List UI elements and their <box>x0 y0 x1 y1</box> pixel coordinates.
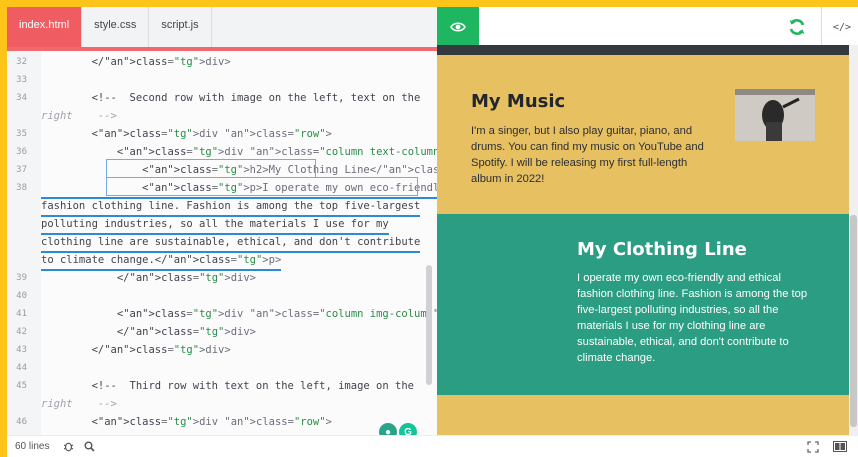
navbar-strip <box>437 45 849 55</box>
code-text: to climate change.</"an">class="tg">p> <box>41 251 282 271</box>
line-number: 44 <box>16 363 27 373</box>
tab-index-html[interactable]: index.html <box>7 7 83 47</box>
status-bar: 60 lines <box>7 435 858 457</box>
line-number: 40 <box>16 291 27 301</box>
lightbulb-icon[interactable]: ● <box>379 423 397 435</box>
code-text: right --> <box>41 398 117 410</box>
line-number: 36 <box>16 147 27 157</box>
layout-icon[interactable] <box>833 441 847 452</box>
grammarly-icon[interactable]: G <box>399 423 417 435</box>
code-text: clothing line are sustainable, ethical, … <box>41 233 421 253</box>
code-text: <!-- Third row with text on the left, im… <box>41 380 414 392</box>
line-number: 43 <box>16 345 27 355</box>
clothing-text: I operate my own eco-friendly and ethica… <box>577 272 808 364</box>
line-number: 46 <box>16 417 27 427</box>
code-editor[interactable]: 32 </"an">class="tg">div> 33 34 <!-- Secon… <box>7 51 437 435</box>
code-text: right --> <box>41 110 117 122</box>
preview-toolbar: </> <box>437 7 858 47</box>
code-text: </"an">class="tg">div> <box>41 326 256 338</box>
line-number: 34 <box>16 93 27 103</box>
preview-toggle-button[interactable] <box>437 7 479 47</box>
preview-scrollbar[interactable] <box>849 45 858 435</box>
code-text: </"an">class="tg">div> <box>41 272 256 284</box>
refresh-icon <box>789 19 805 35</box>
music-photo <box>735 89 815 141</box>
search-icon[interactable] <box>84 441 95 452</box>
clothing-section: My Clothing Line I operate my own eco-fr… <box>437 214 849 395</box>
music-text: I'm a singer, but I also play guitar, pi… <box>471 125 704 185</box>
line-number: 39 <box>16 273 27 283</box>
selection-box-p <box>106 177 418 196</box>
code-text: <"an">class="tg">div "an">class="column … <box>41 308 437 320</box>
tab-script-js[interactable]: script.js <box>149 7 212 47</box>
line-number: 32 <box>16 57 27 67</box>
file-tabs: index.html style.css script.js <box>7 7 437 51</box>
code-text: <"an">class="tg">div "an">class="row"> <box>41 128 332 140</box>
eye-icon <box>450 22 466 32</box>
preview-scrollbar-thumb[interactable] <box>850 215 857 427</box>
third-row-section <box>437 395 849 435</box>
line-number: 41 <box>16 309 27 319</box>
tab-style-css[interactable]: style.css <box>82 7 150 47</box>
music-section: My Music I'm a singer, but I also play g… <box>437 55 849 214</box>
line-number: 42 <box>16 327 27 337</box>
fullscreen-icon[interactable] <box>807 441 819 453</box>
line-number: 37 <box>16 165 27 175</box>
line-count: 60 lines <box>15 441 50 452</box>
code-text: fashion clothing line. Fashion is among … <box>41 197 421 217</box>
line-number: 45 <box>16 381 27 391</box>
code-text: </"an">class="tg">div> <box>41 344 231 356</box>
editor-window: index.html style.css script.js </> 32 </… <box>7 7 858 457</box>
line-number: 35 <box>16 129 27 139</box>
line-number: 33 <box>16 75 27 85</box>
assistant-icons: ● G <box>379 423 417 435</box>
clothing-heading: My Clothing Line <box>577 239 747 260</box>
view-code-button[interactable]: </> <box>821 7 858 47</box>
live-preview: My Music I'm a singer, but I also play g… <box>437 45 849 435</box>
bug-icon[interactable] <box>63 441 74 452</box>
editor-scrollbar[interactable] <box>426 265 432 385</box>
code-text: </"an">class="tg">div> <box>41 56 231 68</box>
code-text: polluting industries, so all the materia… <box>41 215 389 235</box>
selection-box-h2 <box>106 159 316 178</box>
line-number: 38 <box>16 183 27 193</box>
refresh-button[interactable] <box>783 13 811 41</box>
code-text: <"an">class="tg">div "an">class="row"> <box>41 416 332 428</box>
music-heading: My Music <box>471 91 566 112</box>
code-text: <!-- Second row with image on the left, … <box>41 92 421 104</box>
